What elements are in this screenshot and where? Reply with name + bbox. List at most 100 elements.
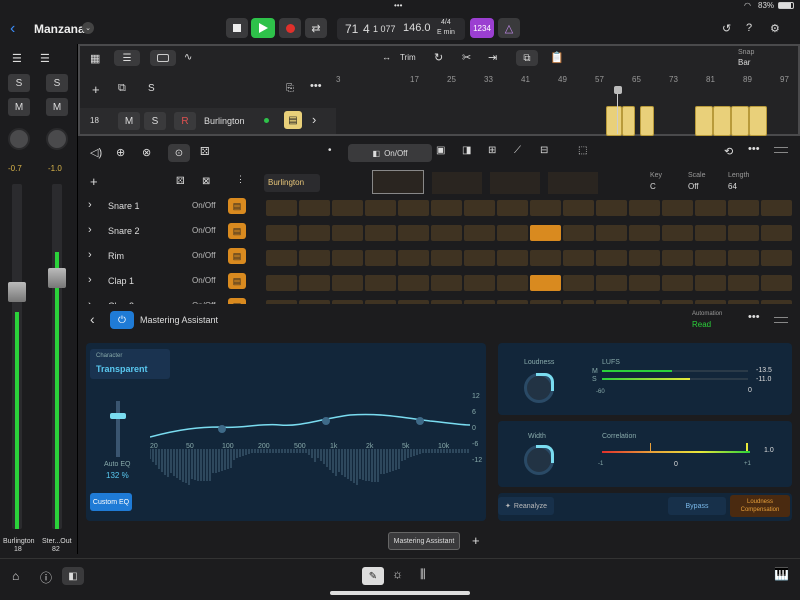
pattern-name[interactable]: Burlington [264,174,320,192]
step-cell[interactable] [629,275,660,291]
step-cell[interactable] [497,275,528,291]
step-cell[interactable] [563,200,594,216]
track-mute-button[interactable]: M [118,112,140,130]
eq-band-handle[interactable] [218,425,226,433]
step-cell[interactable] [266,300,297,304]
step-cell[interactable] [299,225,330,241]
step-cell[interactable] [464,275,495,291]
row-mode[interactable]: On/Off [192,201,215,210]
step-cell[interactable] [695,275,726,291]
step-cell[interactable] [464,250,495,266]
step-cell[interactable] [497,300,528,304]
timeline-ruler[interactable]: 31725334149576573818997105 [336,73,800,87]
custom-eq-button[interactable]: Custom EQ [90,493,132,511]
track-header[interactable]: 18 M S R Burlington ▤ › [80,108,336,134]
step-cell[interactable] [563,300,594,304]
pattern-page-4[interactable] [548,172,598,194]
step-cell[interactable] [431,300,462,304]
step-cell[interactable] [365,225,396,241]
step-cell[interactable] [629,225,660,241]
row-name[interactable]: Rim [108,251,124,261]
global-track-settings-icon[interactable]: ⎘ [286,83,294,94]
step-cell[interactable] [332,225,363,241]
row-instrument-icon[interactable]: ▤ [228,298,246,304]
chevron-down-icon[interactable]: ⌄ [82,22,94,34]
step-cell[interactable] [728,300,759,304]
pattern-page-3[interactable] [490,172,540,194]
loop-mode-icon[interactable]: ⊙ [168,144,190,162]
step-cell[interactable] [695,225,726,241]
sidebar-toggle-icon[interactable]: ◧ [62,567,84,585]
plugin-back-chevron-icon[interactable]: ‹ [90,311,95,327]
onoff-mode-button[interactable]: ◧ On/Off [348,144,432,162]
plugin-more-icon[interactable]: ••• [748,311,760,323]
pattern-page-2[interactable] [432,172,482,194]
step-cell[interactable] [464,225,495,241]
stop-button[interactable] [226,18,248,38]
back-chevron-icon[interactable]: ‹ [10,20,15,38]
step-cell[interactable] [398,300,429,304]
step-cell[interactable] [728,275,759,291]
mixer-settings-icon[interactable]: ☰ [12,52,22,65]
step-cell[interactable] [431,250,462,266]
step-cell[interactable] [497,225,528,241]
row-mode[interactable]: On/Off [192,276,215,285]
step-cell[interactable] [596,225,627,241]
step-cell[interactable] [332,200,363,216]
step-cell[interactable] [398,200,429,216]
plugin-view-icon[interactable]: ☼ [392,567,403,581]
step-cell[interactable] [464,300,495,304]
track-solo-button[interactable]: S [144,112,166,130]
step-cell[interactable] [695,200,726,216]
add-track-icon[interactable]: + [92,82,100,97]
loop-tool-icon[interactable]: ↻ [434,51,443,64]
row-more-icon[interactable]: ⋮ [236,174,245,185]
step-cell[interactable] [761,200,792,216]
step-cell[interactable] [530,250,561,266]
strip-2-fader-cap[interactable] [48,268,66,288]
row-expand-chevron-icon[interactable]: › [88,224,92,236]
automation-value[interactable]: Read [692,320,711,329]
step-cell[interactable] [596,250,627,266]
step-cell[interactable] [629,300,660,304]
row-name[interactable]: Snare 2 [108,226,140,236]
step-cell[interactable] [299,200,330,216]
multitasking-dots-icon[interactable]: ••• [394,1,402,10]
step-cell[interactable] [431,275,462,291]
row-instrument-icon[interactable]: ▤ [228,273,246,289]
info-icon[interactable]: ⓘ [40,569,52,586]
step-cell[interactable] [530,275,561,291]
row-instrument-icon[interactable]: ▤ [228,223,246,239]
copy-icon[interactable]: ⧉ [516,50,538,66]
strip-2-solo-button[interactable]: S [46,74,68,92]
project-title[interactable]: Manzana [34,22,85,36]
region[interactable] [731,106,749,136]
more-options-icon[interactable]: ••• [310,80,322,92]
metronome-icon[interactable]: △ [498,18,520,38]
step-cell[interactable] [299,275,330,291]
record-button[interactable] [279,18,301,38]
region[interactable] [640,106,654,136]
split-icon[interactable]: ✂ [462,51,471,64]
step-cell[interactable] [398,250,429,266]
join-icon[interactable]: ⇥ [488,51,497,64]
fullscreen-icon[interactable]: ⬚ [578,145,587,156]
row-instrument-icon[interactable]: ▤ [228,248,246,264]
lcd-display[interactable]: 71 4 1 077 146.0 4/4 E min [337,18,465,40]
region[interactable] [606,106,622,136]
count-in-button[interactable]: 1234 [470,18,494,38]
step-cell[interactable] [596,275,627,291]
gate-icon[interactable]: ◨ [462,145,471,156]
power-icon[interactable]: ⏻ [110,311,134,329]
step-cell[interactable] [695,300,726,304]
eq-band-handle[interactable] [322,417,330,425]
step-cell[interactable] [662,200,693,216]
step-cell[interactable] [266,275,297,291]
row-mode[interactable]: On/Off [192,226,215,235]
eq-curve-graph[interactable] [150,389,470,509]
mixer-view-icon[interactable]: ⫼ [420,567,426,582]
seq-more-icon[interactable]: ••• [748,143,760,155]
pencil-tool-icon[interactable]: ✎ [362,567,384,585]
random-icon[interactable]: ⚄ [200,145,210,158]
key-value[interactable]: C [650,182,656,191]
